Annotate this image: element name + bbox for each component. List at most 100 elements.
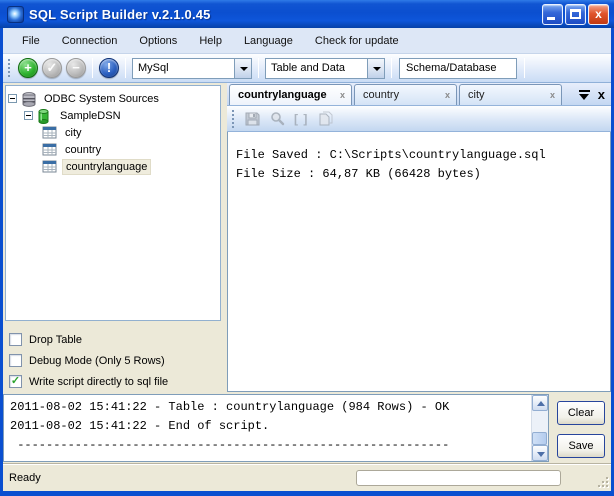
log-row: 2011-08-02 15:41:22 - Table : countrylan… <box>3 392 611 464</box>
output-line-1: File Saved : C:\Scripts\countrylanguage.… <box>236 148 546 162</box>
status-text: Ready <box>9 472 41 484</box>
collapse-icon[interactable] <box>8 94 17 103</box>
menu-options[interactable]: Options <box>128 30 188 52</box>
menu-help[interactable]: Help <box>188 30 233 52</box>
tab-close-icon[interactable]: x <box>443 90 452 100</box>
drop-table-label: Drop Table <box>29 334 82 346</box>
main-area: ODBC System Sources SampleDSN city <box>3 83 611 392</box>
toolbar-grip[interactable] <box>7 59 12 77</box>
tab-label: countrylanguage <box>238 89 338 101</box>
debug-mode-option[interactable]: Debug Mode (Only 5 Rows) <box>9 350 223 371</box>
table-icon <box>42 143 58 157</box>
database-type-combobox[interactable]: MySql <box>132 58 252 79</box>
search-icon[interactable] <box>269 111 286 127</box>
dsn-database-icon <box>37 109 53 123</box>
tree-label-sampledsn[interactable]: SampleDSN <box>57 109 124 123</box>
output-line-2: File Size : 64,87 KB (66428 bytes) <box>236 167 481 181</box>
add-connection-button[interactable]: + <box>18 58 38 78</box>
tab-country[interactable]: country x <box>354 84 457 105</box>
tab-list-dropdown-icon[interactable] <box>579 90 590 100</box>
remove-button[interactable]: − <box>66 58 86 78</box>
scrollbar-thumb[interactable] <box>532 432 547 445</box>
toolbar-separator <box>258 58 259 78</box>
log-box[interactable]: 2011-08-02 15:41:22 - Table : countrylan… <box>3 394 549 462</box>
copy-pages-icon[interactable] <box>316 111 333 127</box>
log-line-1: 2011-08-02 15:41:22 - Table : countrylan… <box>10 400 449 414</box>
schema-database-input[interactable]: Schema/Database <box>399 58 517 79</box>
tab-close-icon[interactable]: x <box>548 90 557 100</box>
right-panel: countrylanguage x country x city x x <box>227 83 611 392</box>
title-bar[interactable]: SQL Script Builder v.2.1.0.45 x <box>0 0 614 28</box>
tab-close-icon[interactable]: x <box>338 90 347 100</box>
table-icon <box>42 160 58 174</box>
window-title: SQL Script Builder v.2.1.0.45 <box>29 7 542 22</box>
drop-table-checkbox[interactable] <box>9 333 22 346</box>
scroll-up-icon[interactable] <box>532 395 548 411</box>
tab-city[interactable]: city x <box>459 84 562 105</box>
tree-item-country[interactable]: country <box>8 141 218 158</box>
database-type-value: MySql <box>133 62 234 74</box>
scroll-down-icon[interactable] <box>532 445 548 461</box>
write-script-checkbox[interactable]: ✓ <box>9 375 22 388</box>
maximize-button[interactable] <box>565 4 586 25</box>
tree-label-city[interactable]: city <box>62 126 85 140</box>
minimize-button[interactable] <box>542 4 563 25</box>
log-line-3: ----------------------------------------… <box>10 438 449 452</box>
tab-bar: countrylanguage x country x city x x <box>227 83 611 106</box>
maximize-icon <box>570 9 581 19</box>
brackets-icon[interactable]: [ ] <box>294 112 308 126</box>
options-panel: Drop Table Debug Mode (Only 5 Rows) ✓ Wr… <box>3 323 223 392</box>
toolbar-grip[interactable] <box>231 110 236 128</box>
alert-button[interactable]: ! <box>99 58 119 78</box>
menu-file[interactable]: File <box>11 30 51 52</box>
app-window: SQL Script Builder v.2.1.0.45 x File Con… <box>0 0 614 496</box>
minimize-icon <box>547 17 555 20</box>
toolbar-separator <box>92 58 93 78</box>
close-tab-icon[interactable]: x <box>598 89 605 101</box>
save-script-icon[interactable] <box>244 111 261 127</box>
script-type-value: Table and Data <box>266 62 367 74</box>
tree-item-countrylanguage[interactable]: countrylanguage <box>8 158 218 175</box>
tab-countrylanguage[interactable]: countrylanguage x <box>229 84 352 105</box>
tree-label-countrylanguage[interactable]: countrylanguage <box>62 159 151 175</box>
left-panel: ODBC System Sources SampleDSN city <box>3 83 223 392</box>
menu-connection[interactable]: Connection <box>51 30 129 52</box>
app-icon <box>7 6 24 23</box>
toolbar-separator <box>125 58 126 78</box>
menu-bar: File Connection Options Help Language Ch… <box>3 28 611 54</box>
sources-tree: ODBC System Sources SampleDSN city <box>5 85 221 321</box>
tree-item-city[interactable]: city <box>8 124 218 141</box>
clear-button[interactable]: Clear <box>557 401 605 425</box>
menu-check-for-update[interactable]: Check for update <box>304 30 410 52</box>
scrollbar-track[interactable] <box>532 411 548 445</box>
tree-item-odbc-sources[interactable]: ODBC System Sources <box>8 90 218 107</box>
tree-label-odbc-sources[interactable]: ODBC System Sources <box>41 92 162 106</box>
collapse-icon[interactable] <box>24 111 33 120</box>
menu-language[interactable]: Language <box>233 30 304 52</box>
write-script-option[interactable]: ✓ Write script directly to sql file <box>9 371 223 392</box>
log-scrollbar[interactable] <box>531 395 548 461</box>
tab-label: city <box>468 89 548 101</box>
toolbar-separator <box>524 58 525 78</box>
status-bar: Ready <box>3 464 611 491</box>
editor-toolbar: [ ] <box>227 106 611 132</box>
chevron-down-icon[interactable] <box>234 59 251 78</box>
progress-bar <box>356 470 561 486</box>
log-lines: 2011-08-02 15:41:22 - Table : countrylan… <box>4 395 531 461</box>
drop-table-option[interactable]: Drop Table <box>9 329 223 350</box>
confirm-button[interactable]: ✓ <box>42 58 62 78</box>
server-database-icon <box>21 92 37 106</box>
save-button[interactable]: Save <box>557 434 605 458</box>
close-button[interactable]: x <box>588 4 609 25</box>
tree-item-sampledsn[interactable]: SampleDSN <box>8 107 218 124</box>
script-type-combobox[interactable]: Table and Data <box>265 58 385 79</box>
tree-label-country[interactable]: country <box>62 143 104 157</box>
tab-label: country <box>363 89 443 101</box>
resize-grip[interactable] <box>596 475 608 487</box>
chevron-down-icon[interactable] <box>367 59 384 78</box>
debug-mode-checkbox[interactable] <box>9 354 22 367</box>
debug-mode-label: Debug Mode (Only 5 Rows) <box>29 355 165 367</box>
script-output[interactable]: File Saved : C:\Scripts\countrylanguage.… <box>227 132 611 392</box>
main-toolbar: + ✓ − ! MySql Table and Data Schema/Data… <box>3 54 611 83</box>
toolbar-separator <box>391 58 392 78</box>
